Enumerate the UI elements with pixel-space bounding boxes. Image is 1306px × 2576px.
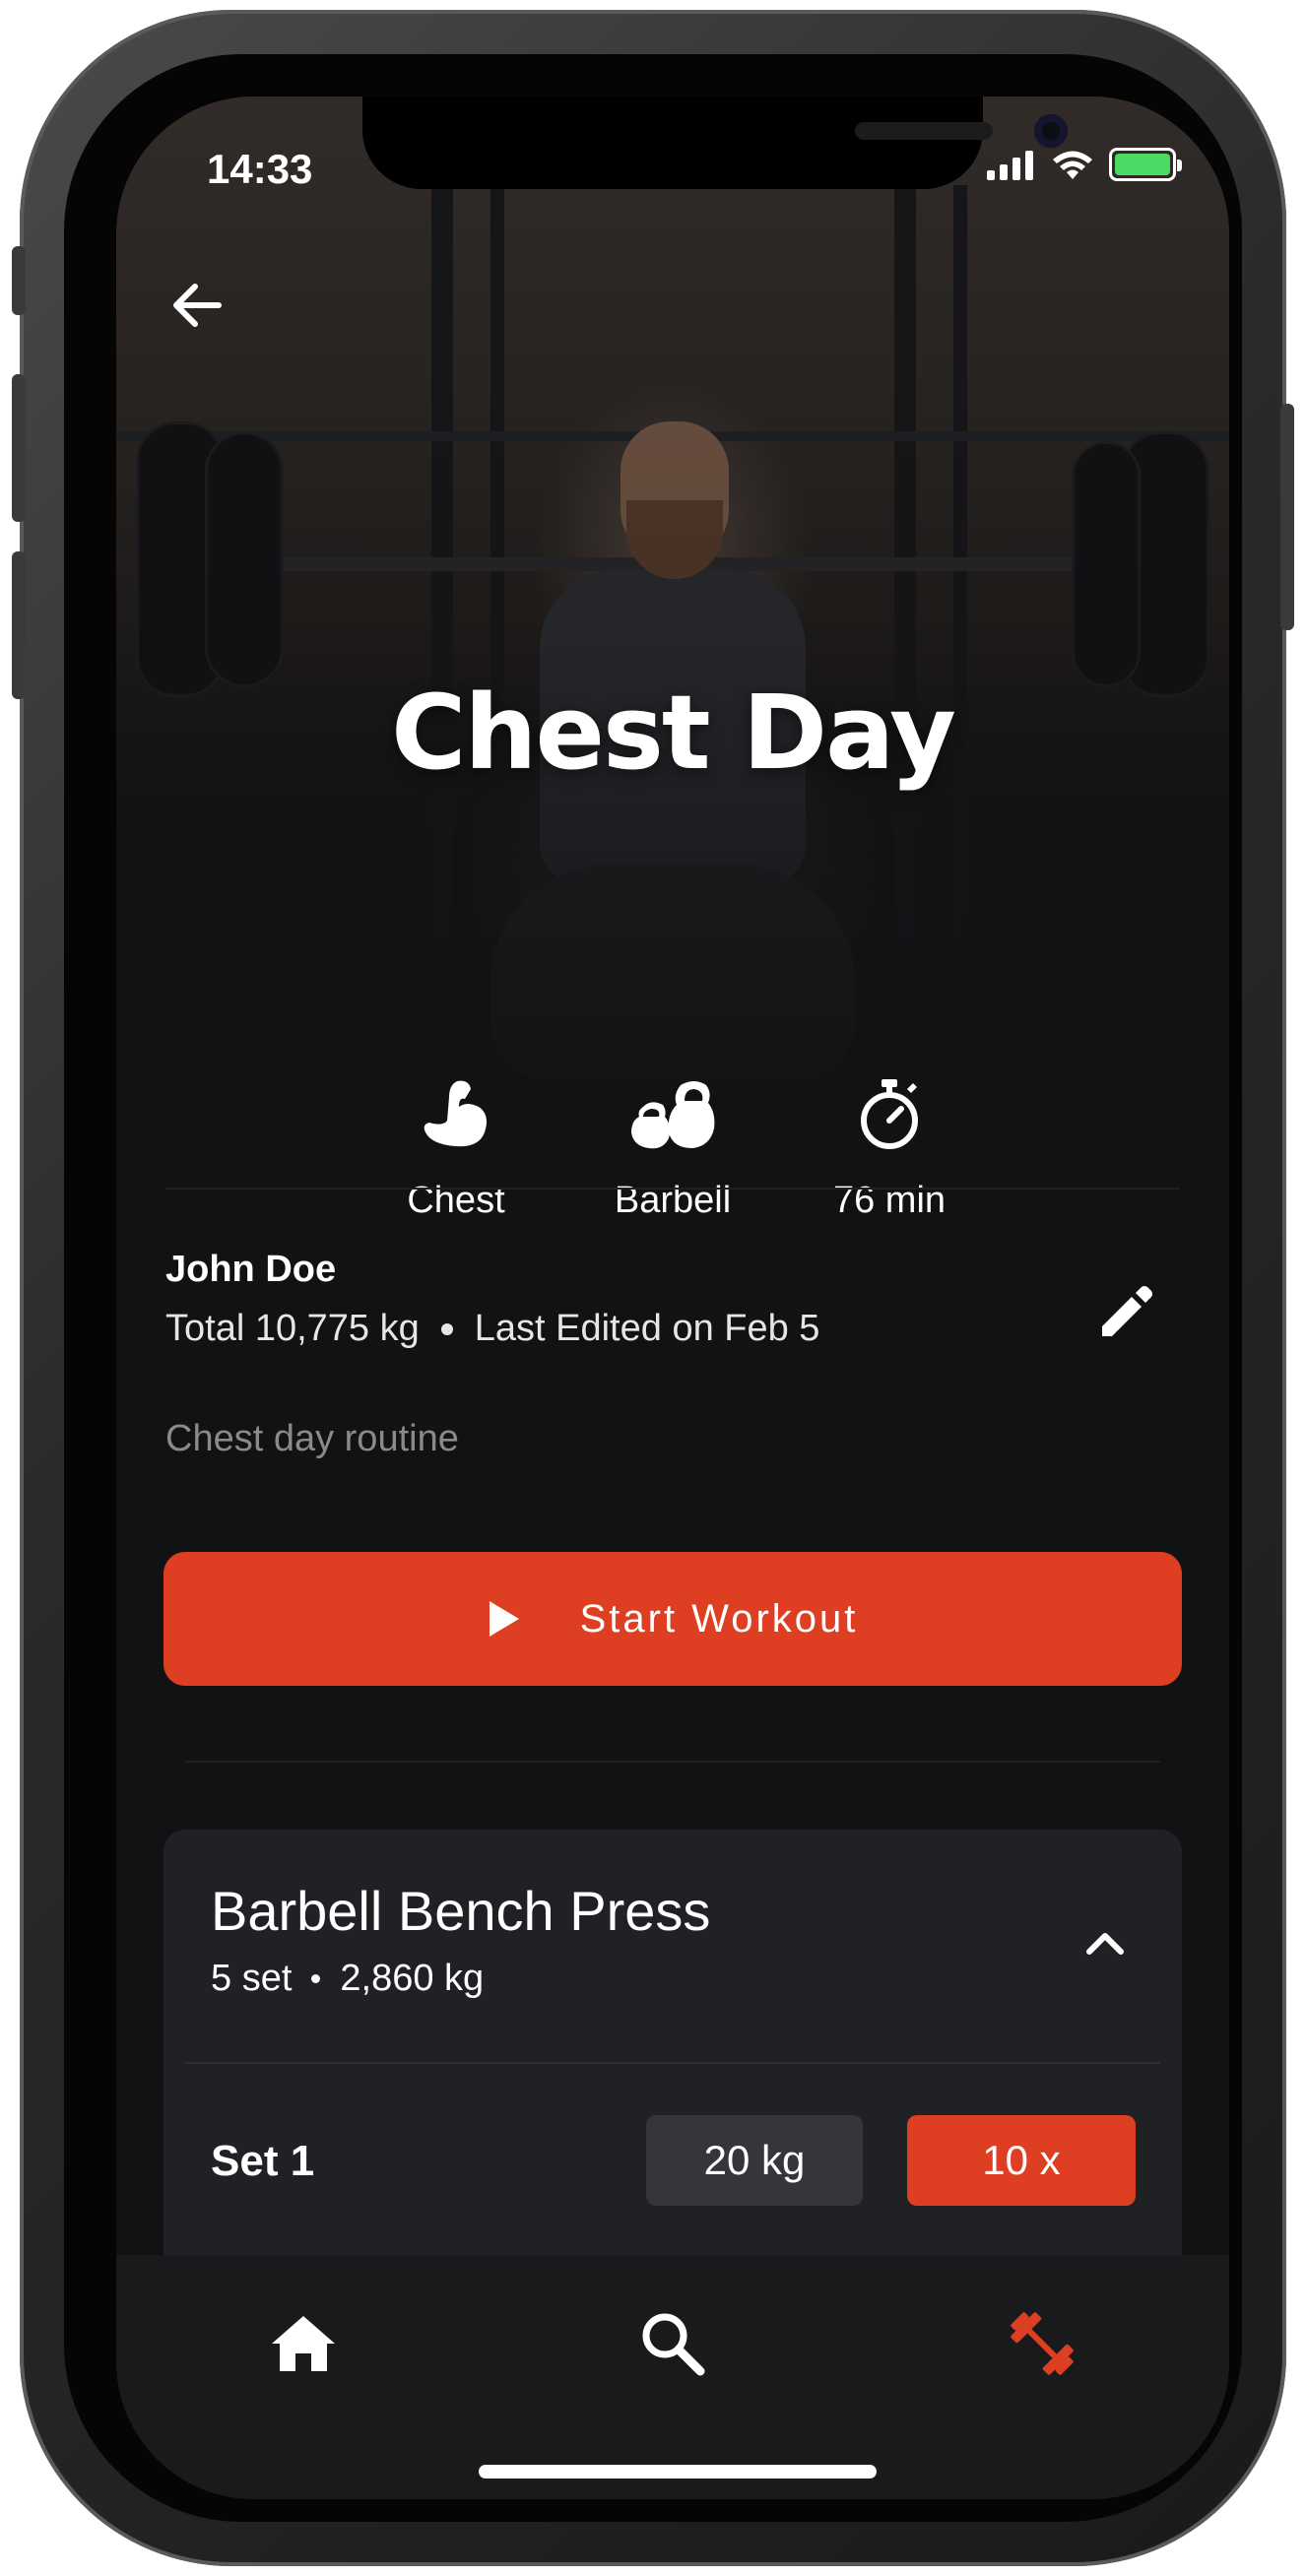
stopwatch-icon [861,1079,918,1149]
status-icons [987,148,1182,181]
back-button[interactable] [167,276,227,335]
exercise-volume: 2,860 kg [340,1958,485,1999]
search-icon [642,2313,705,2376]
home-indicator [479,2465,877,2479]
divider [165,1188,1180,1190]
separator-dot [440,1322,453,1335]
collapse-button[interactable] [1076,1913,1135,1972]
flexed-bicep-icon [424,1080,487,1147]
last-edited: Last Edited on Feb 5 [474,1308,820,1349]
exercise-meta: 5 set 2,860 kg [211,1958,484,2000]
battery-charging-icon [1109,148,1182,181]
workout-title: Chest Day [391,673,956,793]
wifi-icon [1053,151,1092,179]
volume-down-button [12,551,26,699]
power-button [1280,404,1294,630]
set-weight-field[interactable]: 20 kg [646,2115,863,2206]
home-icon [272,2316,335,2371]
notch [362,97,1068,189]
author-name: John Doe [165,1249,337,1290]
tab-workouts[interactable] [1003,2304,1081,2383]
bottom-tab-bar [116,2255,1229,2499]
mute-switch [12,246,26,315]
workout-meta: Total 10,775 kg Last Edited on Feb 5 [165,1308,819,1350]
phone-frame: 14:33 Chest Day Chest Barbell 76 min Joh… [12,10,1294,2566]
set-label: Set 1 [211,2137,315,2185]
start-workout-label: Start Workout [579,1596,859,1641]
start-workout-button[interactable]: Start Workout [163,1552,1182,1686]
total-volume: Total 10,775 kg [165,1308,420,1349]
play-icon [489,1601,519,1637]
kettlebells-icon [631,1081,715,1149]
stat-duration: 76 min [742,1071,1037,1222]
edit-button[interactable] [1091,1278,1160,1347]
cellular-signal-icon [987,151,1033,180]
workout-description: Chest day routine [165,1418,459,1459]
divider [185,2062,1160,2064]
tab-search[interactable] [633,2304,712,2383]
separator-dot [311,1974,321,1983]
app-screen: 14:33 Chest Day Chest Barbell 76 min Joh… [116,97,1229,2499]
dumbbell-icon [1011,2312,1074,2375]
divider [185,1761,1160,1763]
pencil-icon [1102,1286,1152,1336]
chevron-up-icon [1086,1933,1124,1955]
set-reps-field[interactable]: 10 x [907,2115,1136,2206]
arrow-left-icon [173,284,222,327]
exercise-name: Barbell Bench Press [211,1880,711,1942]
volume-up-button [12,374,26,522]
tab-home[interactable] [264,2304,343,2383]
status-time: 14:33 [207,146,313,192]
exercise-sets: 5 set [211,1958,293,1999]
